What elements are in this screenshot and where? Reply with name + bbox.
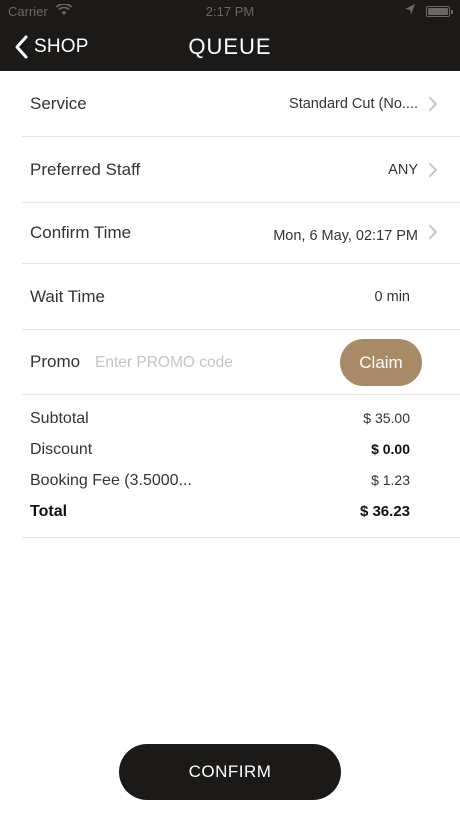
confirm-time-row[interactable]: Confirm Time Mon, 6 May, 02:17 PM: [22, 203, 460, 264]
queue-screen: Carrier 2:17 PM SHOP QUEUE Service Stand: [0, 0, 460, 818]
discount-value: $ 0.00: [371, 441, 410, 457]
promo-label: Promo: [30, 352, 81, 371]
clock: 2:17 PM: [205, 4, 255, 19]
total-value: $ 36.23: [359, 503, 410, 520]
total-label: Total: [30, 503, 68, 520]
summary-divider: [22, 537, 460, 538]
nav-bar: Carrier 2:17 PM SHOP QUEUE: [0, 0, 460, 71]
discount-label: Discount: [30, 441, 93, 458]
claim-button[interactable]: Claim: [340, 339, 422, 386]
booking-fee-label: Booking Fee (3.5000...: [30, 472, 192, 489]
confirm-time-value: Mon, 6 May, 02:17 PM: [273, 228, 418, 244]
service-label: Service: [30, 93, 87, 113]
confirm-time-label: Confirm Time: [30, 223, 132, 242]
status-bar: Carrier 2:17 PM: [0, 0, 460, 22]
chevron-right-icon: [429, 96, 437, 111]
subtotal-value: $ 35.00: [363, 410, 410, 426]
location-arrow-icon: [405, 4, 415, 15]
subtotal-label: Subtotal: [30, 410, 89, 427]
battery-icon: [426, 6, 453, 17]
wait-time-label: Wait Time: [30, 286, 105, 306]
wait-time-value: 0 min: [374, 288, 410, 305]
preferred-staff-row[interactable]: Preferred Staff ANY: [22, 137, 460, 203]
booking-fee-value: $ 1.23: [371, 472, 410, 488]
confirm-button[interactable]: CONFIRM: [119, 744, 341, 800]
chevron-right-icon: [429, 162, 437, 177]
wait-time-row: Wait Time 0 min: [22, 264, 460, 330]
preferred-staff-value: ANY: [388, 161, 418, 178]
page-title: QUEUE: [188, 34, 272, 59]
chevron-right-icon: [429, 225, 437, 239]
service-value: Standard Cut (No....: [289, 95, 418, 112]
preferred-staff-label: Preferred Staff: [30, 159, 141, 179]
service-row[interactable]: Service Standard Cut (No....: [22, 71, 460, 137]
promo-code-input[interactable]: [95, 352, 325, 374]
